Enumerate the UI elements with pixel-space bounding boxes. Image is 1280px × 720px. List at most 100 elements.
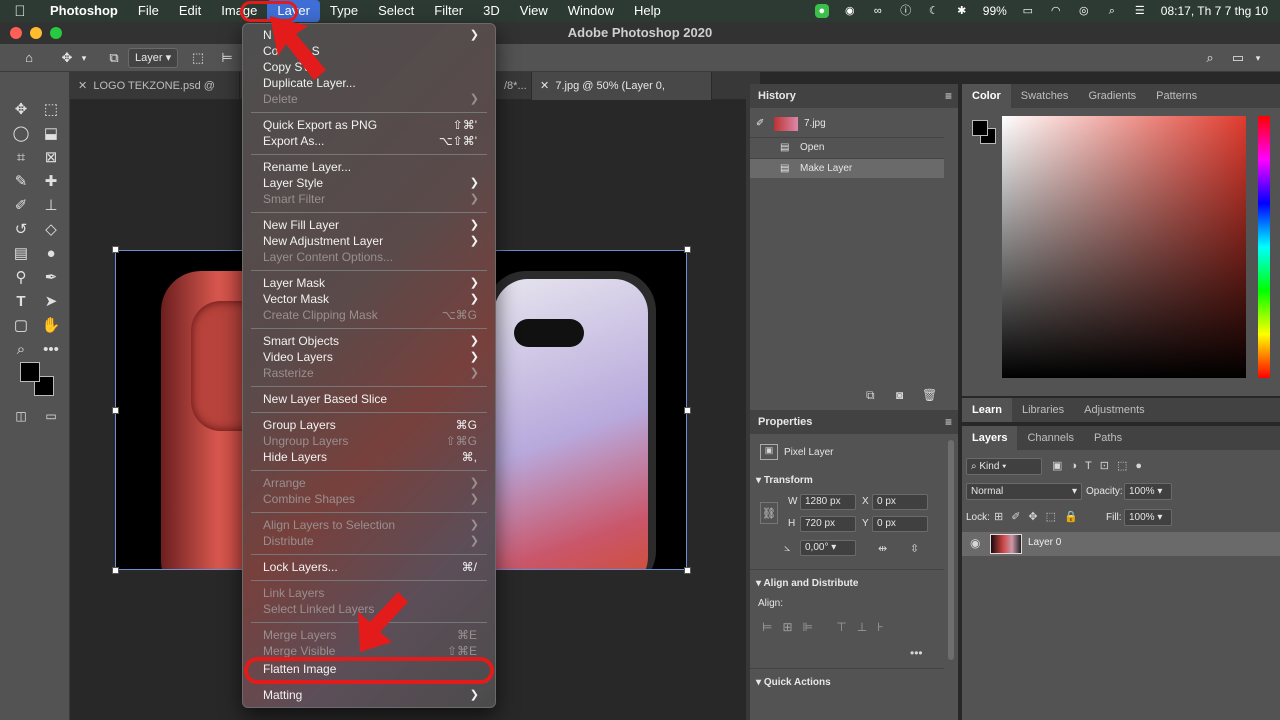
tab-patterns[interactable]: Patterns: [1146, 84, 1207, 108]
menu-item-rasterize[interactable]: Rasterize ❯: [263, 365, 481, 381]
transform-handle[interactable]: [684, 246, 691, 253]
frame-tool-icon[interactable]: ⊠: [40, 148, 62, 168]
zoom-tool-icon[interactable]: ⌕: [10, 340, 32, 360]
info-icon[interactable]: ⓘ: [899, 4, 913, 18]
notification-icon[interactable]: ◉: [843, 4, 857, 18]
menu-select[interactable]: Select: [368, 0, 424, 22]
angle-field[interactable]: 0,00° ▾: [800, 540, 856, 556]
object-select-tool-icon[interactable]: ⬓: [40, 124, 62, 144]
tab-learn[interactable]: Learn: [962, 398, 1012, 422]
hue-slider[interactable]: [1258, 116, 1270, 378]
foreground-color-chip[interactable]: [972, 120, 988, 136]
width-field[interactable]: 1280 px: [800, 494, 856, 510]
shape-tool-icon[interactable]: ▢: [10, 316, 32, 336]
menu-item-hide-layers[interactable]: Hide Layers ⌘,: [263, 449, 481, 465]
spotlight-search-icon[interactable]: ⌕: [1105, 4, 1119, 18]
menu-3d[interactable]: 3D: [473, 0, 510, 22]
tab-paths[interactable]: Paths: [1084, 426, 1132, 450]
tab-swatches[interactable]: Swatches: [1011, 84, 1079, 108]
menu-help[interactable]: Help: [624, 0, 671, 22]
move-tool-icon[interactable]: ✥: [10, 100, 32, 120]
color-picker-field[interactable]: [1002, 116, 1246, 378]
foreground-color-swatch[interactable]: [20, 362, 40, 382]
history-snapshot[interactable]: ✐ 7.jpg: [750, 114, 944, 134]
transform-handle[interactable]: [684, 567, 691, 574]
more-options-icon[interactable]: •••: [910, 646, 923, 660]
stamp-tool-icon[interactable]: ⊥: [40, 196, 62, 216]
transform-handle[interactable]: [112, 246, 119, 253]
healing-tool-icon[interactable]: ✚: [40, 172, 62, 192]
tab-7jpg[interactable]: ✕ 7.jpg @ 50% (Layer 0, RGB/8*) *: [532, 72, 712, 120]
brush-tool-icon[interactable]: ✐: [10, 196, 32, 216]
bluetooth-icon[interactable]: ✱: [955, 4, 969, 18]
trash-icon[interactable]: 🗑: [922, 388, 937, 402]
tab-gradients[interactable]: Gradients: [1078, 84, 1146, 108]
tab-adjustments[interactable]: Adjustments: [1074, 398, 1155, 422]
hand-tool-icon[interactable]: ✋: [40, 316, 62, 336]
tab-hidden[interactable]: /8*...: [496, 72, 532, 100]
crop-tool-icon[interactable]: ⌗: [10, 148, 32, 168]
menu-filter[interactable]: Filter: [424, 0, 473, 22]
move-tool-icon[interactable]: ✥: [56, 48, 78, 68]
chevron-down-icon[interactable]: ▾: [1252, 48, 1264, 68]
workspace-icon[interactable]: ▭: [1228, 48, 1248, 68]
menu-item-layer-content-options[interactable]: Layer Content Options...: [263, 249, 481, 265]
menu-item-group-layers[interactable]: Group Layers ⌘G: [263, 417, 481, 433]
menu-window[interactable]: Window: [558, 0, 624, 22]
line-app-icon[interactable]: ●: [814, 4, 829, 18]
quick-mask-icon[interactable]: ◫: [10, 406, 32, 426]
menu-item-ungroup-layers[interactable]: Ungroup Layers ⇧⌘G: [263, 433, 481, 449]
tab-channels[interactable]: Channels: [1017, 426, 1083, 450]
clock[interactable]: 08:17, Th 7 7 thg 10: [1161, 4, 1268, 18]
quick-actions-section[interactable]: ▾ Quick Actions: [756, 677, 831, 688]
flip-vertical-icon[interactable]: ⇳: [910, 542, 919, 555]
home-icon[interactable]: ⌂: [18, 48, 40, 68]
layer-row[interactable]: ◉ Layer 0: [962, 532, 1280, 556]
align-section[interactable]: ▾ Align and Distribute: [756, 578, 858, 589]
align-left-icon[interactable]: ⊨: [220, 48, 234, 68]
menu-item-delete[interactable]: Delete ❯: [263, 91, 481, 107]
lasso-tool-icon[interactable]: ◯: [10, 124, 32, 144]
y-field[interactable]: 0 px: [872, 516, 928, 532]
menu-item-arrange[interactable]: Arrange ❯: [263, 475, 481, 491]
chevron-down-icon[interactable]: ▾: [78, 48, 90, 68]
creative-cloud-icon[interactable]: ∞: [871, 4, 885, 18]
marquee-tool-icon[interactable]: ⬚: [40, 100, 62, 120]
transform-section[interactable]: ▾ Transform: [756, 475, 813, 486]
tab-logo-tekzone[interactable]: ✕ LOGO TEKZONE.psd @ 50...: [70, 72, 240, 120]
blur-tool-icon[interactable]: ●: [40, 244, 62, 264]
eye-icon[interactable]: ◉: [970, 536, 980, 550]
x-field[interactable]: 0 px: [872, 494, 928, 510]
opacity-field[interactable]: 100% ▾: [1124, 483, 1172, 500]
menu-item-rename-layer[interactable]: Rename Layer...: [263, 159, 481, 175]
menu-item-lock-layers[interactable]: Lock Layers... ⌘/: [263, 559, 481, 575]
new-document-from-state-icon[interactable]: ⧉: [866, 388, 875, 403]
fill-field[interactable]: 100% ▾: [1124, 509, 1172, 526]
menu-app[interactable]: Photoshop: [40, 0, 128, 22]
tab-layers[interactable]: Layers: [962, 426, 1018, 450]
camera-icon[interactable]: ◙: [896, 388, 903, 402]
tab-libraries[interactable]: Libraries: [1012, 398, 1074, 422]
user-icon[interactable]: ◎: [1077, 4, 1091, 18]
gradient-tool-icon[interactable]: ▤: [10, 244, 32, 264]
link-icon[interactable]: ⛓: [760, 502, 778, 524]
apple-icon[interactable]: : [0, 3, 40, 20]
lock-icons[interactable]: ⊞✐✥⬚🔒: [994, 510, 1086, 523]
menu-item-combine-shapes[interactable]: Combine Shapes ❯: [263, 491, 481, 507]
menu-item-smart-filter[interactable]: Smart Filter ❯: [263, 191, 481, 207]
search-icon[interactable]: ⌕: [1200, 48, 1220, 68]
menu-item-video-layers[interactable]: Video Layers ❯: [263, 349, 481, 365]
tab-color[interactable]: Color: [962, 84, 1011, 108]
menu-item-vector-mask[interactable]: Vector Mask ❯: [263, 291, 481, 307]
auto-select-icon[interactable]: ⧉: [104, 48, 124, 68]
auto-select-dropdown[interactable]: Layer ▾: [128, 48, 178, 68]
type-tool-icon[interactable]: T: [10, 292, 32, 312]
transform-handle[interactable]: [112, 567, 119, 574]
history-brush-tool-icon[interactable]: ↺: [10, 220, 32, 240]
transform-handle[interactable]: [684, 407, 691, 414]
control-center-icon[interactable]: ☰: [1133, 4, 1147, 18]
menu-item-new-adjustment-layer[interactable]: New Adjustment Layer ❯: [263, 233, 481, 249]
screen-mode-icon[interactable]: ▭: [40, 406, 62, 426]
menu-view[interactable]: View: [510, 0, 558, 22]
panel-scrollbar[interactable]: [948, 440, 954, 660]
